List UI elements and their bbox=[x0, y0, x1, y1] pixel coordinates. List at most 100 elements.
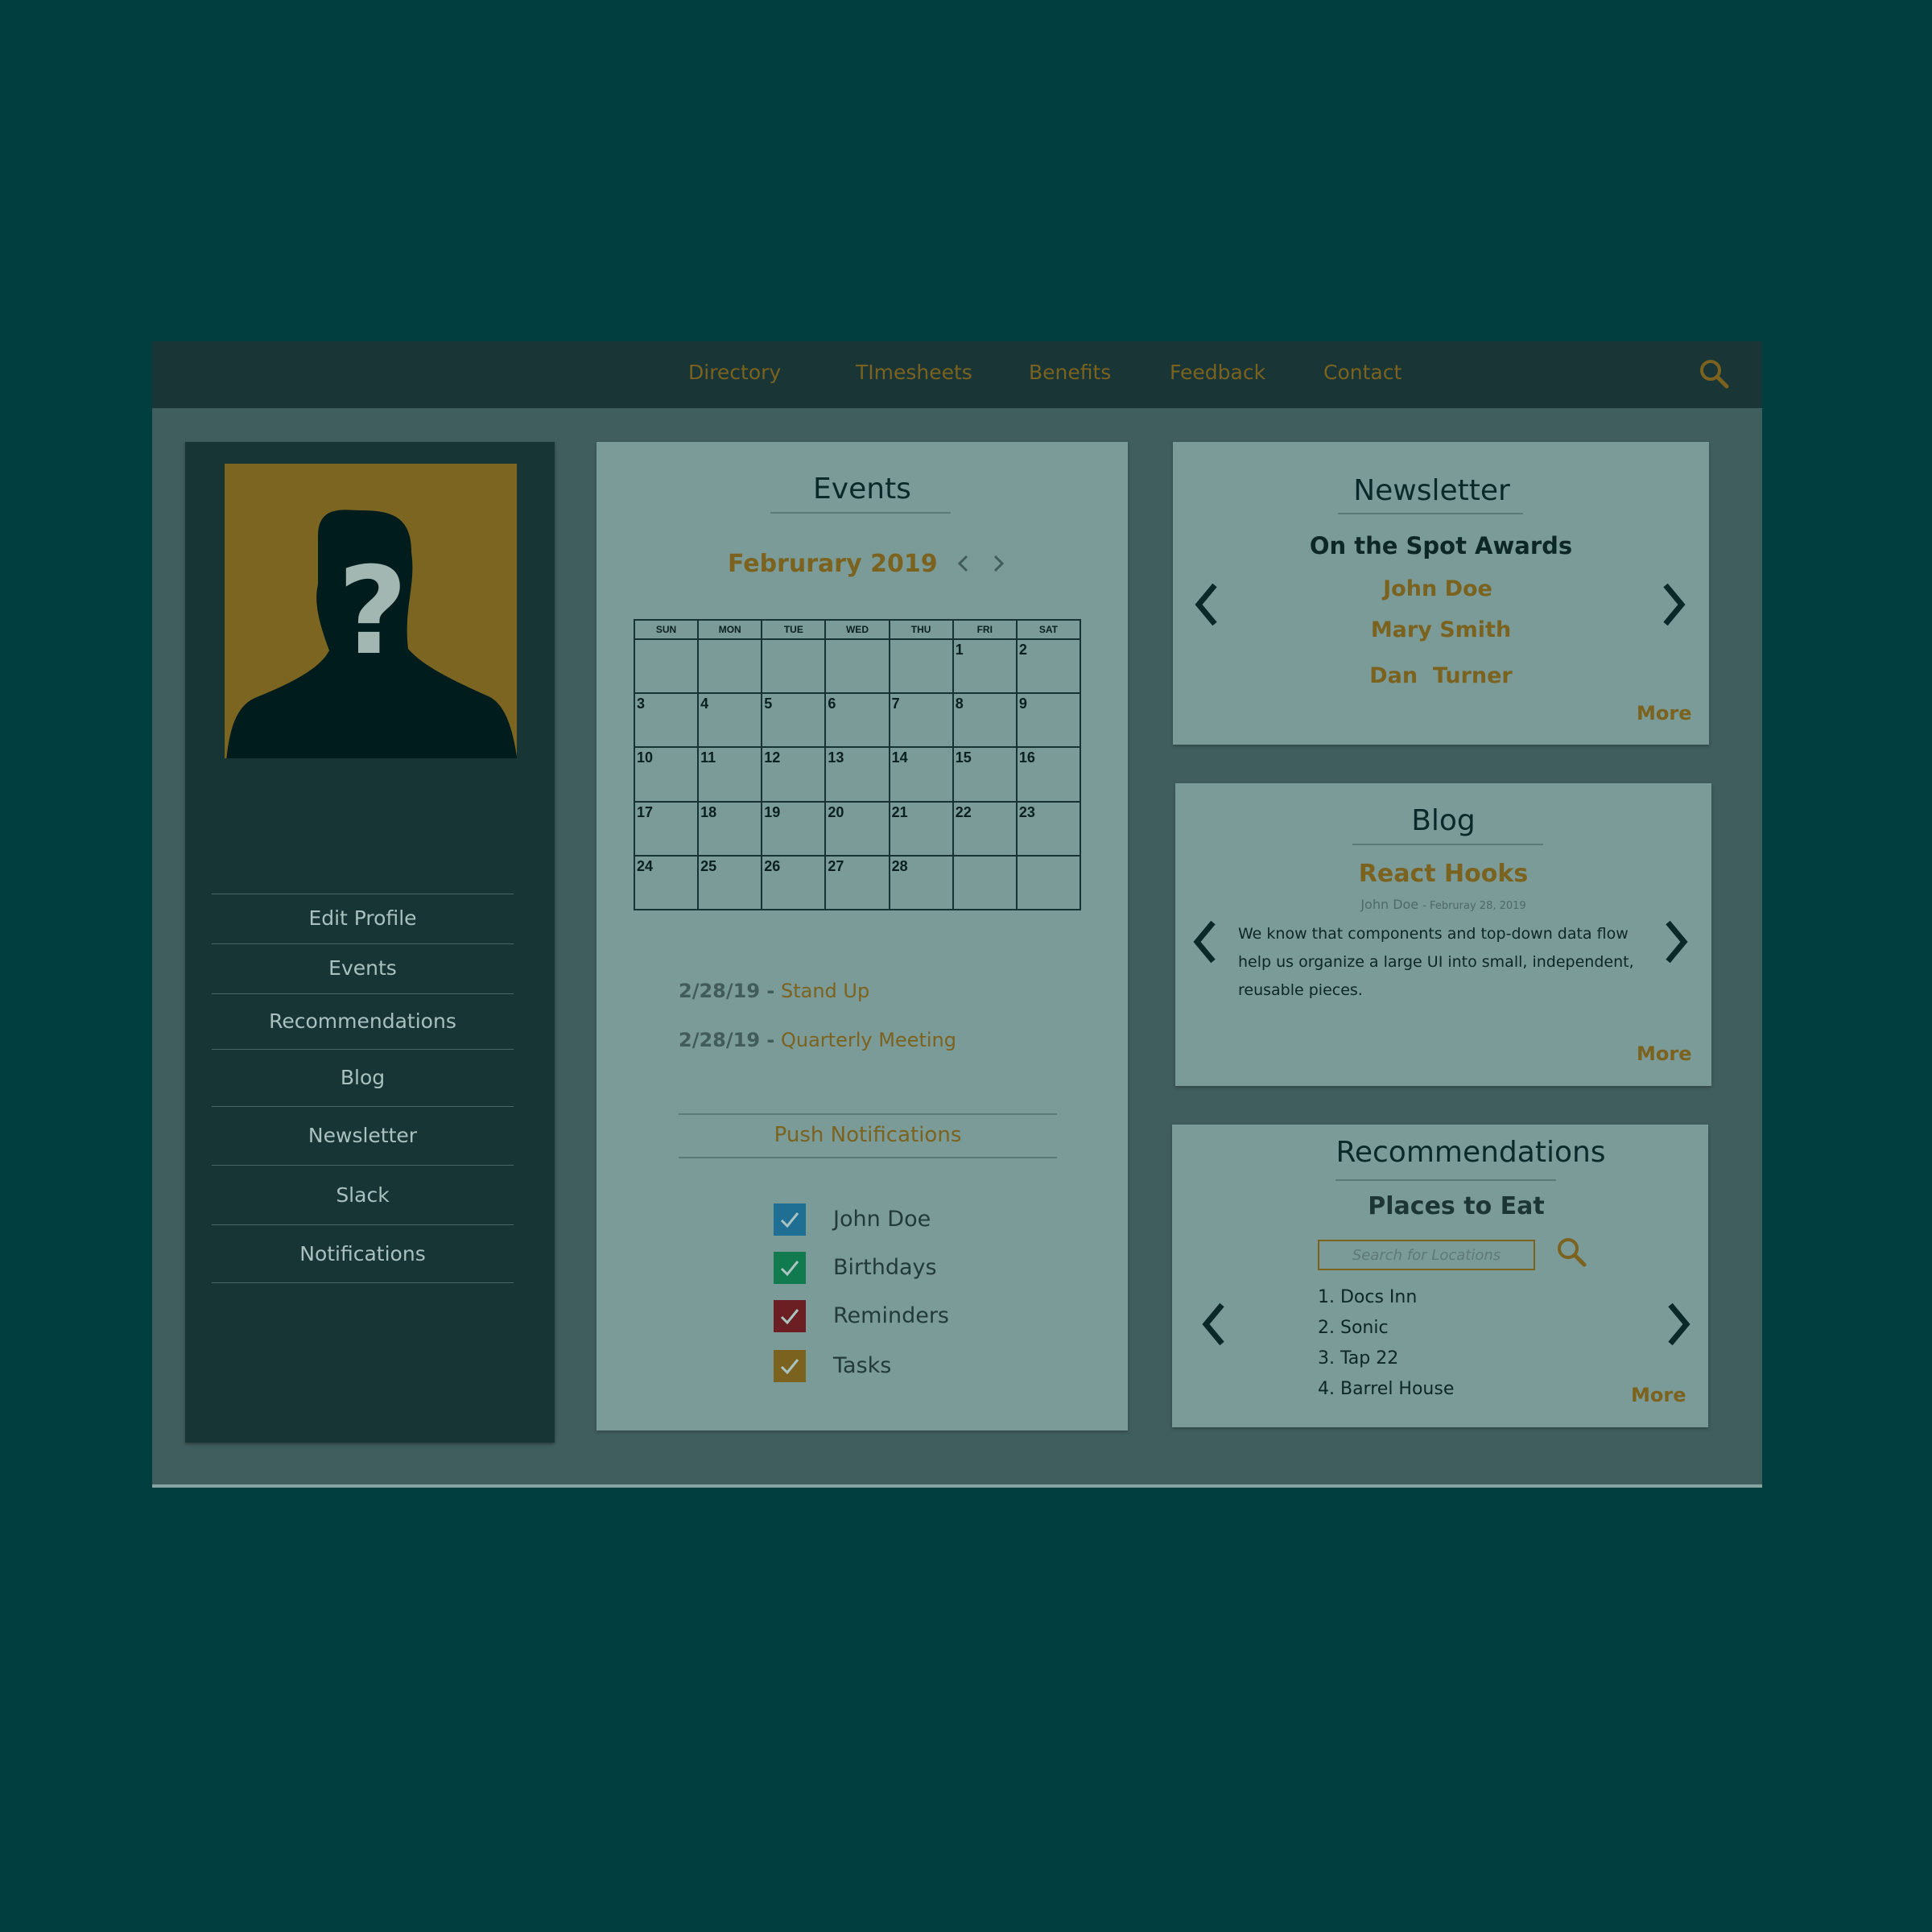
calendar-day[interactable]: 17 bbox=[633, 800, 700, 857]
event-item[interactable]: 2/28/19 - Quarterly Meeting bbox=[679, 1029, 956, 1051]
weekday-header: FRI bbox=[952, 619, 1018, 640]
list-item[interactable]: 1. Docs Inn bbox=[1318, 1287, 1417, 1307]
calendar-week: 17 18 19 20 21 22 23 bbox=[633, 800, 1082, 857]
calendar-day[interactable]: 19 bbox=[761, 800, 827, 857]
sidebar-menu: Edit Profile Events Recommendations Blog… bbox=[212, 894, 514, 1283]
calendar-day bbox=[952, 854, 1018, 911]
event-item[interactable]: 2/28/19 - Stand Up bbox=[679, 980, 869, 1002]
title-divider bbox=[1335, 1179, 1556, 1181]
calendar-day[interactable]: 8 bbox=[952, 692, 1018, 749]
list-item[interactable]: 3. Tap 22 bbox=[1318, 1348, 1398, 1368]
chevron-left-icon[interactable] bbox=[952, 551, 976, 576]
calendar-week: 3456789 bbox=[633, 692, 1082, 749]
nav-directory[interactable]: Directory bbox=[688, 361, 781, 384]
nav-timesheets[interactable]: TImesheets bbox=[856, 361, 972, 384]
events-title: Events bbox=[813, 473, 911, 506]
calendar-day[interactable]: 20 bbox=[824, 800, 890, 857]
notification-tasks[interactable]: Tasks bbox=[774, 1350, 1015, 1384]
event-title: Stand Up bbox=[780, 980, 870, 1002]
calendar-day bbox=[1015, 854, 1082, 911]
notification-label: John Doe bbox=[833, 1207, 931, 1232]
nav-benefits[interactable]: Benefits bbox=[1029, 361, 1111, 384]
calendar-week: 10 11 12 13 14 15 16 bbox=[633, 746, 1082, 803]
chevron-right-icon[interactable] bbox=[986, 551, 1010, 576]
newsletter-more-link[interactable]: More bbox=[1637, 702, 1691, 724]
calendar-day[interactable]: 4 bbox=[697, 692, 763, 749]
list-item[interactable]: 2. Sonic bbox=[1318, 1318, 1389, 1338]
blog-more-link[interactable]: More bbox=[1637, 1042, 1691, 1065]
calendar-day[interactable]: 18 bbox=[697, 800, 763, 857]
notification-birthdays[interactable]: Birthdays bbox=[774, 1252, 1015, 1286]
recommendations-more-link[interactable]: More bbox=[1631, 1384, 1686, 1406]
sidebar-item-recommendations[interactable]: Recommendations bbox=[212, 994, 514, 1050]
top-navigation: Directory TImesheets Benefits Feedback C… bbox=[152, 341, 1762, 408]
notification-reminders[interactable]: Reminders bbox=[774, 1300, 1015, 1334]
avatar[interactable]: ? bbox=[223, 462, 518, 760]
chevron-right-icon[interactable] bbox=[1662, 1300, 1695, 1348]
calendar-day[interactable]: 1 bbox=[952, 638, 1018, 695]
chevron-left-icon[interactable] bbox=[1189, 918, 1221, 966]
location-search-input[interactable] bbox=[1318, 1240, 1535, 1270]
recommendations-subtitle: Places to Eat bbox=[1368, 1192, 1545, 1220]
chevron-left-icon[interactable] bbox=[1191, 580, 1223, 629]
calendar-day[interactable]: 12 bbox=[761, 746, 827, 803]
blog-author: John Doe bbox=[1360, 897, 1419, 912]
calendar-day[interactable]: 2 bbox=[1015, 638, 1082, 695]
sidebar-item-events[interactable]: Events bbox=[212, 944, 514, 994]
svg-text:?: ? bbox=[337, 542, 407, 682]
newsletter-title: Newsletter bbox=[1353, 474, 1510, 507]
sidebar-item-notifications[interactable]: Notifications bbox=[212, 1225, 514, 1283]
calendar-day[interactable]: 11 bbox=[697, 746, 763, 803]
sidebar-item-blog[interactable]: Blog bbox=[212, 1050, 514, 1107]
event-date: 2/28/19 - bbox=[679, 980, 775, 1002]
checkbox-checked-icon[interactable] bbox=[774, 1350, 806, 1382]
blog-byline: John Doe - Februray 28, 2019 bbox=[1175, 897, 1711, 912]
calendar-day[interactable]: 27 bbox=[824, 854, 890, 911]
calendar-day[interactable]: 3 bbox=[633, 692, 700, 749]
checkbox-checked-icon[interactable] bbox=[774, 1300, 806, 1332]
calendar-day[interactable]: 23 bbox=[1015, 800, 1082, 857]
chevron-right-icon[interactable] bbox=[1660, 918, 1692, 966]
notification-label: Tasks bbox=[833, 1353, 892, 1378]
nav-feedback[interactable]: Feedback bbox=[1170, 361, 1265, 384]
chevron-left-icon[interactable] bbox=[1198, 1300, 1230, 1348]
title-divider bbox=[1338, 513, 1523, 514]
calendar-day[interactable]: 6 bbox=[824, 692, 890, 749]
weekday-header: WED bbox=[824, 619, 890, 640]
calendar-day[interactable]: 26 bbox=[761, 854, 827, 911]
calendar-day[interactable]: 28 bbox=[888, 854, 954, 911]
calendar-day[interactable]: 16 bbox=[1015, 746, 1082, 803]
push-notifications-title: Push Notifications bbox=[774, 1123, 962, 1147]
sidebar-item-newsletter[interactable]: Newsletter bbox=[212, 1107, 514, 1166]
calendar-day bbox=[824, 638, 890, 695]
search-icon[interactable] bbox=[1555, 1236, 1587, 1268]
chevron-right-icon[interactable] bbox=[1657, 580, 1690, 629]
calendar-day[interactable]: 22 bbox=[952, 800, 1018, 857]
calendar-day[interactable]: 15 bbox=[952, 746, 1018, 803]
calendar-grid: SUN MON TUE WED THU FRI SAT 1 2 3 4 5 6 7 8 9 10 11 12 13 1… bbox=[633, 619, 1082, 911]
calendar-day[interactable]: 24 bbox=[633, 854, 700, 911]
calendar-day[interactable]: 7 bbox=[888, 692, 954, 749]
notification-label: Reminders bbox=[833, 1303, 949, 1328]
title-divider bbox=[1352, 844, 1543, 845]
calendar-day[interactable]: 25 bbox=[697, 854, 763, 911]
event-date: 2/28/19 - bbox=[679, 1029, 775, 1051]
calendar-day[interactable]: 5 bbox=[761, 692, 827, 749]
calendar-day[interactable]: 9 bbox=[1015, 692, 1082, 749]
nav-contact[interactable]: Contact bbox=[1323, 361, 1402, 384]
search-icon[interactable] bbox=[1698, 357, 1730, 390]
notification-john-doe[interactable]: John Doe bbox=[774, 1203, 1015, 1237]
calendar-day[interactable]: 13 bbox=[824, 746, 890, 803]
list-item[interactable]: 4. Barrel House bbox=[1318, 1379, 1454, 1399]
calendar-day[interactable]: 14 bbox=[888, 746, 954, 803]
app-window: Directory TImesheets Benefits Feedback C… bbox=[152, 341, 1762, 1488]
weekday-header: MON bbox=[697, 619, 763, 640]
event-title: Quarterly Meeting bbox=[780, 1029, 956, 1051]
checkbox-checked-icon[interactable] bbox=[774, 1203, 806, 1236]
calendar-month: Februrary 2019 bbox=[728, 550, 938, 578]
calendar-day[interactable]: 10 bbox=[633, 746, 700, 803]
calendar-day[interactable]: 21 bbox=[888, 800, 954, 857]
sidebar-item-edit-profile[interactable]: Edit Profile bbox=[212, 894, 514, 944]
sidebar-item-slack[interactable]: Slack bbox=[212, 1166, 514, 1225]
checkbox-checked-icon[interactable] bbox=[774, 1252, 806, 1284]
